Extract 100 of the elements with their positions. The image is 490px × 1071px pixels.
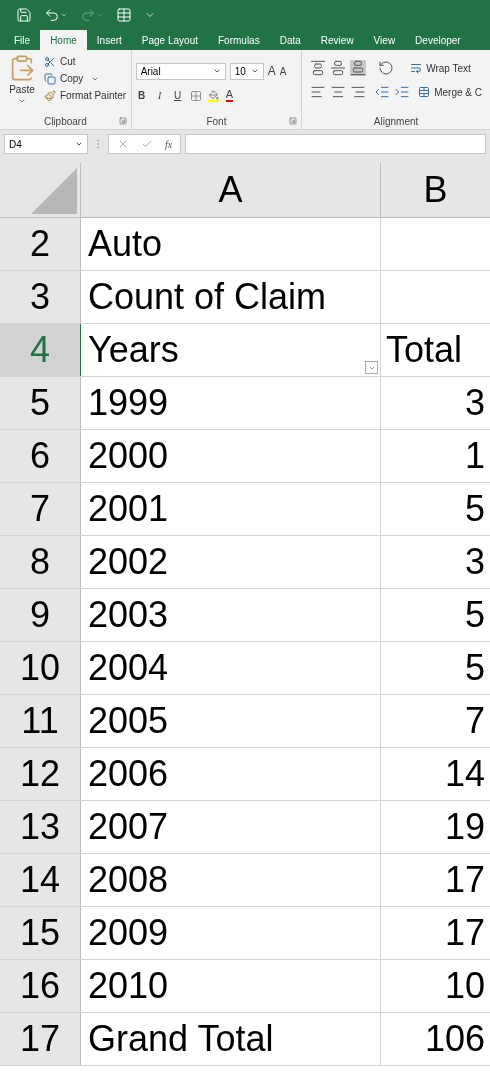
triangle-icon [31,168,77,214]
align-bottom-icon[interactable] [350,60,367,76]
table-cell: 5 [464,597,485,633]
align-left-icon[interactable] [310,84,327,100]
table-cell: 1 [464,438,485,474]
cancel-icon[interactable] [117,138,129,150]
row-header[interactable]: 6 [0,430,81,482]
ribbon-tab[interactable]: Review [310,30,364,50]
row-header[interactable]: 14 [0,854,81,906]
border-icon[interactable] [189,89,202,102]
caret-icon [250,67,259,75]
cut-button[interactable]: Cut [44,54,127,69]
group-label: Clipboard [43,114,87,129]
row-header[interactable]: 7 [0,483,81,535]
row-header[interactable]: 17 [0,1013,81,1065]
align-top-icon[interactable] [310,60,327,76]
row-header[interactable]: 13 [0,801,81,853]
caret-icon [18,97,26,105]
table-cell-text: 2000 [87,438,169,474]
table-cell: 5 [464,650,485,686]
orientation-icon[interactable] [378,60,395,76]
table-cell-text: 2002 [87,544,169,580]
table-cell: 5 [464,491,485,527]
table-cell-text: 2007 [87,809,169,845]
align-center-icon[interactable] [330,84,347,100]
column-header[interactable]: B [381,163,490,217]
row-header[interactable]: 11 [0,695,81,747]
ribbon-tab[interactable]: Developer [405,30,471,50]
ribbon-tab[interactable]: Home [40,30,87,50]
caret-icon [212,67,221,75]
merge-cells-icon [418,86,431,98]
paste-button[interactable]: Paste [4,54,40,113]
shrink-font-button[interactable]: A [279,63,287,79]
table-cell: 17 [444,915,485,951]
row-header[interactable]: 9 [0,589,81,641]
ribbon-tab[interactable]: View [363,30,406,50]
row-header[interactable]: 8 [0,536,81,588]
table-cell: Total [386,332,463,368]
row-header[interactable]: 5 [0,377,81,429]
table-cell: 10 [444,968,485,1004]
table-cell-text: 2009 [87,915,169,951]
group-label: Font [206,114,227,129]
increase-indent-icon[interactable] [394,84,411,100]
table-cell-text: 2003 [87,597,169,633]
ribbon-tab[interactable]: File [4,30,41,50]
table-cell-text: 2006 [87,756,169,792]
fill-color-icon[interactable] [207,89,220,102]
name-box[interactable]: D4 [4,134,88,154]
table-cell: 106 [424,1021,485,1057]
font-name-dropdown[interactable]: Arial [135,62,226,80]
save-icon[interactable] [16,7,32,23]
align-middle-icon[interactable] [330,60,347,76]
table-icon[interactable] [116,7,132,23]
format-painter-button[interactable]: Format Painter [44,88,127,103]
dialog-launcher-icon[interactable] [118,117,127,125]
caret-icon [75,140,83,148]
font-style-button[interactable]: I [153,88,166,103]
font-color-button[interactable]: A [225,89,233,102]
copy-icon [44,72,56,85]
filter-button[interactable] [365,361,378,374]
caret-icon[interactable] [60,11,68,19]
grow-font-button[interactable]: A [267,62,276,80]
table-cell-text: 1999 [87,385,169,421]
table-cell: 3 [464,385,485,421]
paintbrush-icon [44,89,56,102]
table-cell-text: 2001 [87,491,169,527]
ribbon-tab[interactable]: Formulas [208,30,270,50]
decrease-indent-icon[interactable] [374,84,391,100]
table-cell: 17 [444,862,485,898]
column-header[interactable]: A [81,163,381,217]
table-cell: 19 [444,809,485,845]
font-style-button[interactable]: B [135,88,148,103]
dialog-launcher-icon[interactable] [289,117,298,125]
ribbon-tab[interactable]: Page Layout [131,30,208,50]
row-header[interactable]: 16 [0,960,81,1012]
row-header[interactable]: 15 [0,907,81,959]
table-cell-text: 2004 [87,650,169,686]
align-right-icon[interactable] [350,84,367,100]
table-cell-text: Count of Claim [87,279,327,315]
font-style-button[interactable]: U [171,88,184,103]
merge-button[interactable]: Merge & C [418,84,482,100]
table-cell: 3 [464,544,485,580]
ribbon-tab[interactable]: Insert [86,30,132,50]
row-header[interactable]: 10 [0,642,81,694]
copy-button[interactable]: Copy [44,71,127,86]
insert-function-button[interactable]: fx [165,136,173,152]
formula-input[interactable] [185,134,486,154]
wrap-text-button[interactable]: Wrap Text [410,60,471,76]
row-header[interactable]: 2 [0,218,81,270]
font-size-dropdown[interactable]: 10 [229,62,264,80]
undo-icon[interactable] [44,7,60,23]
row-header[interactable]: 12 [0,748,81,800]
table-cell: 14 [444,756,485,792]
row-header[interactable]: 4 [0,324,81,376]
table-cell-text: 2010 [87,968,169,1004]
redo-icon[interactable] [80,7,96,23]
row-header[interactable]: 3 [0,271,81,323]
ribbon-tab[interactable]: Data [269,30,311,50]
enter-icon[interactable] [141,138,153,150]
table-cell-text: Auto [87,226,163,262]
